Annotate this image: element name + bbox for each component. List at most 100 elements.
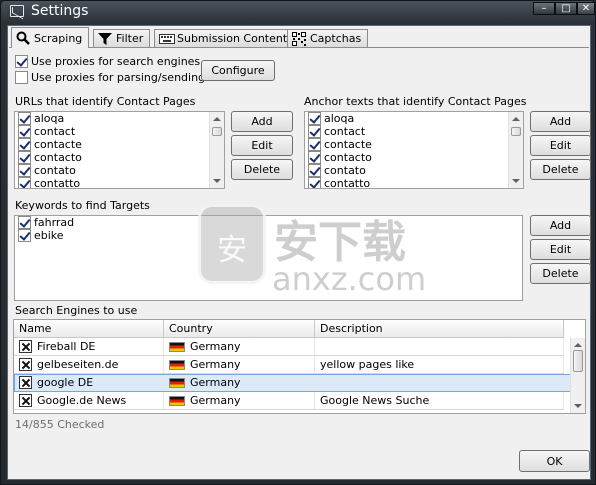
list-item[interactable]: contacte [305, 138, 523, 151]
item-checkbox[interactable] [18, 112, 31, 125]
scroll-thumb[interactable] [573, 350, 583, 372]
anchor-texts-add-button[interactable]: Add [530, 111, 591, 132]
scroll-thumb[interactable] [511, 127, 521, 136]
item-checkbox[interactable] [18, 177, 31, 188]
list-item[interactable]: contato [305, 164, 523, 177]
proxy-search-engines-option[interactable]: Use proxies for search engines [15, 55, 200, 68]
column-header-country[interactable]: Country [164, 320, 315, 338]
tab-label: Submission Content [177, 32, 288, 45]
row-name: google DE [37, 376, 94, 389]
scrollbar[interactable] [209, 112, 224, 188]
list-item[interactable]: ebike [15, 229, 522, 242]
table-row-selected[interactable]: google DE Germany [14, 374, 571, 392]
item-checkbox[interactable] [308, 112, 321, 125]
scroll-up-icon[interactable] [574, 343, 582, 347]
list-item[interactable]: aloqa [15, 112, 224, 125]
qr-code-icon [292, 31, 306, 46]
row-country: Germany [190, 376, 241, 389]
table-scrollbar[interactable] [570, 338, 585, 413]
title-bar[interactable]: Settings – □ ✕ [1, 1, 596, 23]
table-row[interactable]: Fireball DE Germany [14, 338, 564, 356]
tab-submission-content[interactable]: Submission Content [154, 29, 295, 47]
proxy-parsing-checkbox[interactable] [15, 71, 28, 84]
proxy-search-engines-checkbox[interactable] [15, 55, 28, 68]
item-label: contact [324, 125, 366, 138]
minimize-button[interactable]: – [533, 2, 555, 15]
germany-flag-icon [169, 359, 185, 370]
item-checkbox[interactable] [18, 229, 31, 242]
item-label: contato [324, 164, 366, 177]
contact-urls-heading: URLs that identify Contact Pages [15, 95, 196, 108]
item-checkbox[interactable] [308, 177, 321, 188]
ok-button[interactable]: OK [519, 450, 590, 472]
table-row[interactable]: Google.de News Germany Google News Suche [14, 392, 564, 410]
keywords-heading: Keywords to find Targets [15, 199, 150, 212]
row-checkbox[interactable] [19, 358, 32, 371]
contact-urls-delete-button[interactable]: Delete [231, 159, 293, 180]
list-item[interactable]: contacto [305, 151, 523, 164]
row-name: Fireball DE [37, 340, 96, 353]
scroll-up-icon[interactable] [213, 117, 221, 121]
keywords-delete-button[interactable]: Delete [530, 263, 591, 284]
scroll-down-icon[interactable] [512, 179, 520, 183]
tab-scraping[interactable]: Scraping [11, 27, 90, 48]
scroll-up-icon[interactable] [512, 117, 520, 121]
item-checkbox[interactable] [18, 125, 31, 138]
keywords-add-button[interactable]: Add [530, 215, 591, 236]
proxy-parsing-label: Use proxies for parsing/sending [31, 71, 206, 84]
scroll-thumb[interactable] [212, 127, 222, 136]
row-checkbox[interactable] [19, 340, 32, 353]
keywords-edit-button[interactable]: Edit [530, 239, 591, 260]
row-checkbox[interactable] [19, 394, 32, 407]
magnifier-icon [16, 31, 30, 45]
list-item[interactable]: contact [305, 125, 523, 138]
configure-button[interactable]: Configure [201, 60, 275, 81]
item-label: contacte [34, 138, 82, 151]
scroll-down-icon[interactable] [213, 179, 221, 183]
list-item[interactable]: contato [15, 164, 224, 177]
dialog-body: Scraping Filter Submission Content Captc… [7, 25, 591, 480]
item-checkbox[interactable] [18, 138, 31, 151]
item-label: contacto [324, 151, 372, 164]
list-item[interactable]: contatto [305, 177, 523, 189]
scroll-down-icon[interactable] [574, 404, 582, 408]
list-item[interactable]: contact [15, 125, 224, 138]
row-country: Germany [190, 394, 241, 407]
column-header-name[interactable]: Name [14, 320, 164, 338]
item-label: contacto [34, 151, 82, 164]
anchor-texts-delete-button[interactable]: Delete [530, 159, 591, 180]
tab-label: Scraping [34, 31, 83, 45]
column-header-description[interactable]: Description [315, 320, 564, 338]
list-item[interactable]: contacto [15, 151, 224, 164]
search-engines-table[interactable]: Name Country Description Fireball DE Ger… [13, 319, 586, 414]
item-checkbox[interactable] [308, 138, 321, 151]
list-item[interactable]: fahrrad [15, 216, 522, 229]
item-label: contatto [324, 177, 371, 189]
list-item[interactable]: contatto [15, 177, 224, 188]
item-checkbox[interactable] [18, 216, 31, 229]
item-checkbox[interactable] [308, 164, 321, 177]
row-checkbox[interactable] [19, 376, 32, 389]
keywords-list[interactable]: fahrrad ebike [14, 215, 523, 301]
proxy-parsing-option[interactable]: Use proxies for parsing/sending [15, 71, 205, 84]
table-row[interactable]: gelbeseiten.de Germany yellow pages like [14, 356, 564, 374]
anchor-texts-edit-button[interactable]: Edit [530, 135, 591, 156]
proxy-search-engines-label: Use proxies for search engines [31, 55, 201, 68]
scrollbar[interactable] [508, 112, 523, 188]
item-checkbox[interactable] [308, 125, 321, 138]
settings-window: Settings – □ ✕ Scraping Filter Submissio… [0, 0, 596, 485]
tab-captchas[interactable]: Captchas [287, 29, 369, 47]
list-item[interactable]: contacte [15, 138, 224, 151]
maximize-button[interactable]: □ [555, 2, 577, 15]
contact-urls-edit-button[interactable]: Edit [231, 135, 293, 156]
close-button[interactable]: ✕ [577, 2, 595, 15]
contact-urls-add-button[interactable]: Add [231, 111, 293, 132]
item-checkbox[interactable] [308, 151, 321, 164]
anchor-texts-list[interactable]: aloqa contact contacte contacto contato … [304, 111, 524, 189]
item-checkbox[interactable] [18, 164, 31, 177]
list-item[interactable]: aloqa [305, 112, 523, 125]
search-engines-heading: Search Engines to use [15, 304, 138, 317]
item-checkbox[interactable] [18, 151, 31, 164]
contact-urls-list[interactable]: aloqa contact contacte contacto contato … [14, 111, 225, 189]
tab-filter[interactable]: Filter [93, 29, 151, 47]
